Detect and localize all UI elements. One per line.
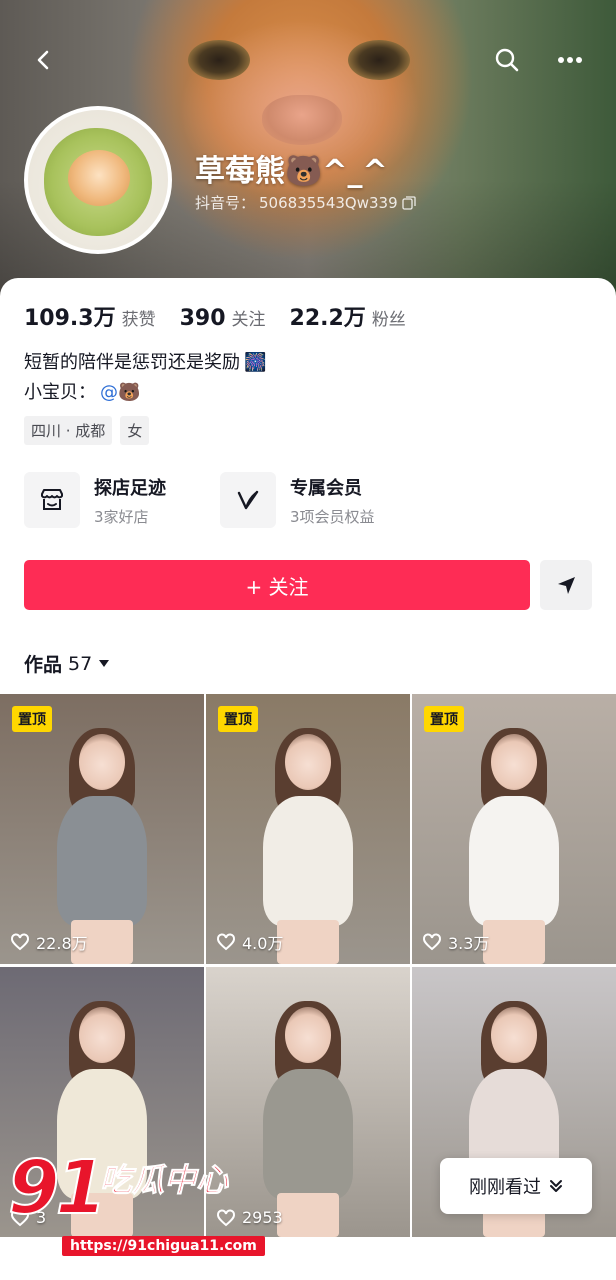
bio-text: 小宝贝： [24,382,96,403]
shop-icon [41,489,63,510]
video-subject [47,1001,157,1237]
stat-label: 关注 [231,310,266,330]
chevron-left-icon [37,50,49,70]
works-count: 57 [68,652,93,675]
copy-icon[interactable] [401,195,416,210]
stat-label: 获赞 [121,310,156,330]
mention-link[interactable]: @🐻 [100,378,140,408]
double-chevron-down-icon [550,1180,562,1192]
douyin-id[interactable]: 抖音号： 506835543Qw339 [195,192,416,213]
avatar-kitten [68,150,130,206]
bio: 短暂的陪伴是惩罚还是奖励 🎆 小宝贝： @🐻 [24,348,266,408]
heart-icon [11,1209,29,1226]
firework-emoji: 🎆 [244,352,267,373]
bio-line: 短暂的陪伴是惩罚还是奖励 🎆 [24,348,266,378]
caret-down-icon [99,659,110,667]
stat-followers[interactable]: 22.2万 粉丝 [290,300,406,332]
video-thumbnail[interactable]: 置顶 4.0万 [206,694,410,964]
feature-title: 专属会员 [290,477,362,499]
works-tab[interactable]: 作品 57 [24,650,110,677]
heart-icon [217,933,235,951]
profile-page: 草莓熊🐻^_^ 抖音号： 506835543Qw339 109.3万 获赞 39… [0,0,616,1280]
feature-shop-visits[interactable]: 探店足迹 3家好店 [24,472,190,528]
nickname: 草莓熊🐻^_^ [195,154,388,189]
video-thumbnail[interactable]: 置顶 22.8万 [0,694,204,964]
heart-icon [11,933,29,951]
pinned-badge: 置顶 [12,706,52,732]
douyin-id-value: 506835543Qw339 [259,193,398,212]
video-likes: 4.0万 [216,930,283,954]
video-likes: 22.8万 [10,930,88,954]
cat-eye-right [348,40,410,80]
profile-tags: 四川 · 成都 女 [24,416,150,445]
video-thumbnail[interactable]: 置顶 3.3万 [412,694,616,964]
works-label: 作品 [24,654,63,676]
feature-title: 探店足迹 [94,477,166,499]
cat-nose [262,95,342,145]
video-likes-count: 2953 [242,1208,283,1227]
recently-viewed-button[interactable]: 刚刚看过 [440,1158,592,1214]
bio-line: 小宝贝： @🐻 [24,378,266,408]
heart-icon [217,1209,235,1226]
tag-gender: 女 [120,416,150,445]
heart-icon [423,933,441,951]
video-likes-count: 4.0万 [242,934,284,953]
bio-text: 短暂的陪伴是惩罚还是奖励 [24,352,240,373]
recently-viewed-label: 刚刚看过 [469,1177,541,1198]
feature-icon-box [220,472,276,528]
stat-value: 390 [179,306,226,331]
cat-eye-left [188,40,250,80]
stat-value: 109.3万 [24,306,116,331]
video-likes: 3 [10,1208,46,1227]
follow-button[interactable]: + 关注 [24,560,530,610]
avatar[interactable] [24,106,172,254]
send-icon [558,577,575,594]
video-likes-count: 22.8万 [36,934,88,953]
stat-likes[interactable]: 109.3万 获赞 [24,300,156,332]
search-icon [495,48,519,72]
video-likes-count: 3.3万 [448,934,490,953]
feature-subtitle: 3家好店 [94,507,149,526]
v-member-icon [237,490,259,510]
feature-membership[interactable]: 专属会员 3项会员权益 [220,472,386,528]
feature-subtitle: 3项会员权益 [290,507,375,526]
share-button[interactable] [540,560,592,610]
video-likes: 3.3万 [422,930,489,954]
stat-following[interactable]: 390 关注 [180,305,266,331]
back-button[interactable] [24,40,64,80]
more-button[interactable] [550,40,590,80]
video-likes: 2953 [216,1208,283,1227]
pinned-badge: 置顶 [218,706,258,732]
douyin-id-label: 抖音号： [195,194,256,212]
video-likes-count: 3 [36,1208,47,1227]
video-thumbnail[interactable]: 3 [0,967,204,1237]
stat-value: 22.2万 [289,306,366,331]
more-icon [558,57,582,63]
search-button[interactable] [487,40,527,80]
feature-row: 探店足迹 3家好店 专属会员 3项会员权益 [24,472,386,528]
video-thumbnail[interactable]: 2953 [206,967,410,1237]
stat-label: 粉丝 [371,310,406,330]
stats-row: 109.3万 获赞 390 关注 22.2万 粉丝 [24,300,430,332]
follow-label: + 关注 [245,574,309,599]
tag-location: 四川 · 成都 [24,416,113,445]
video-subject [253,1001,363,1237]
feature-icon-box [24,472,80,528]
pinned-badge: 置顶 [424,706,464,732]
